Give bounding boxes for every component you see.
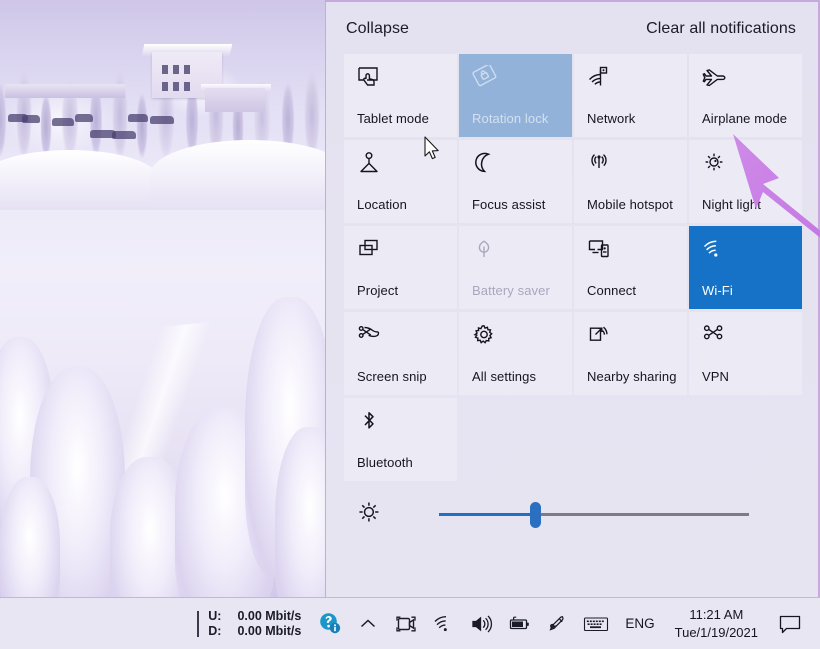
screen-snip-icon: [357, 323, 447, 357]
action-center-header: Collapse Clear all notifications: [326, 2, 818, 52]
download-value: 0.00 Mbit/s: [237, 623, 302, 638]
brightness-icon: [356, 499, 384, 530]
tray-divider: [197, 610, 200, 637]
vpn-icon: [702, 323, 792, 357]
rotation-lock-icon: [472, 63, 562, 99]
mouse-cursor: [424, 136, 439, 160]
collapse-button[interactable]: Collapse: [346, 20, 409, 38]
clear-all-notifications-button[interactable]: Clear all notifications: [646, 20, 796, 38]
brightness-slider-fill: [439, 513, 536, 516]
quick-action-connect[interactable]: Connect: [574, 226, 687, 309]
show-hidden-icons-chevron[interactable]: [349, 605, 387, 643]
quick-actions-grid: Tablet mode Rotation lock Network Airpla…: [326, 54, 818, 481]
gear-icon: [472, 323, 562, 357]
quick-action-airplane-mode[interactable]: Airplane mode: [689, 54, 802, 137]
upload-value: 0.00 Mbit/s: [237, 608, 302, 623]
notification-chat-icon[interactable]: [768, 602, 812, 646]
upload-label: U:: [208, 608, 222, 623]
quick-action-label: VPN: [702, 369, 730, 384]
volume-icon[interactable]: [463, 605, 501, 643]
quick-action-label: Bluetooth: [357, 455, 413, 470]
system-tray: U: 0.00 Mbit/s D: 0.00 Mbit/s ENG 11:21 …: [197, 602, 820, 646]
quick-action-label: Project: [357, 283, 399, 298]
quick-action-night-light[interactable]: Night light: [689, 140, 802, 223]
quick-action-label: Nearby sharing: [587, 369, 677, 384]
airplane-icon: [702, 65, 792, 99]
quick-action-bluetooth[interactable]: Bluetooth: [344, 398, 457, 481]
taskbar: U: 0.00 Mbit/s D: 0.00 Mbit/s ENG 11:21 …: [0, 597, 820, 649]
quick-action-label: Airplane mode: [702, 111, 788, 126]
bluetooth-icon: [357, 409, 447, 443]
quick-action-wifi[interactable]: Wi-Fi: [689, 226, 802, 309]
wallpaper-outbuilding: [5, 84, 125, 98]
get-help-icon[interactable]: [311, 605, 349, 643]
network-speed-meter[interactable]: U: 0.00 Mbit/s D: 0.00 Mbit/s: [208, 609, 301, 639]
quick-action-project[interactable]: Project: [344, 226, 457, 309]
quick-action-label: Location: [357, 197, 407, 212]
windows-ink-pen-icon[interactable]: [539, 605, 577, 643]
quick-action-screen-snip[interactable]: Screen snip: [344, 312, 457, 395]
quick-action-label: Battery saver: [472, 283, 550, 298]
quick-action-label: Rotation lock: [472, 111, 549, 126]
quick-action-label: Screen snip: [357, 369, 427, 384]
quick-action-all-settings[interactable]: All settings: [459, 312, 572, 395]
sun-icon: [702, 151, 792, 185]
quick-action-label: All settings: [472, 369, 537, 384]
clock[interactable]: 11:21 AM Tue/1/19/2021: [665, 606, 768, 642]
tablet-mode-icon: [357, 65, 447, 99]
clock-time: 11:21 AM: [689, 606, 744, 622]
brightness-control: [326, 499, 818, 530]
quick-action-network[interactable]: Network: [574, 54, 687, 137]
quick-action-rotation-lock[interactable]: Rotation lock: [459, 54, 572, 137]
quick-action-label: Mobile hotspot: [587, 197, 673, 212]
meet-now-icon[interactable]: [387, 605, 425, 643]
quick-action-mobile-hotspot[interactable]: Mobile hotspot: [574, 140, 687, 223]
hotspot-icon: [587, 151, 677, 185]
brightness-slider[interactable]: [439, 501, 749, 528]
wifi-icon[interactable]: [425, 605, 463, 643]
quick-action-label: Connect: [587, 283, 637, 298]
wifi-icon: [702, 237, 792, 271]
action-center-panel: Collapse Clear all notifications Tablet …: [325, 0, 820, 597]
moon-icon: [472, 151, 562, 185]
screen: Collapse Clear all notifications Tablet …: [0, 0, 820, 649]
quick-action-vpn[interactable]: VPN: [689, 312, 802, 395]
leaf-icon: [472, 237, 562, 271]
quick-action-battery-saver[interactable]: Battery saver: [459, 226, 572, 309]
language-indicator[interactable]: ENG: [615, 616, 664, 631]
quick-action-focus-assist[interactable]: Focus assist: [459, 140, 572, 223]
nearby-sharing-icon: [587, 323, 677, 357]
quick-action-label: Wi-Fi: [702, 283, 733, 298]
quick-action-tablet-mode[interactable]: Tablet mode: [344, 54, 457, 137]
wallpaper-annex: [205, 88, 265, 112]
quick-action-label: Network: [587, 111, 636, 126]
quick-action-nearby-sharing[interactable]: Nearby sharing: [574, 312, 687, 395]
brightness-slider-thumb[interactable]: [530, 501, 542, 528]
download-label: D:: [208, 623, 222, 638]
clock-date: Tue/1/19/2021: [674, 624, 758, 640]
project-icon: [357, 237, 447, 271]
quick-action-label: Focus assist: [472, 197, 546, 212]
connect-icon: [587, 237, 677, 271]
touch-keyboard-icon[interactable]: [577, 605, 615, 643]
network-icon: [587, 65, 677, 99]
quick-action-label: Night light: [702, 197, 761, 212]
quick-action-label: Tablet mode: [357, 111, 429, 126]
desktop-wallpaper: [0, 0, 330, 597]
battery-charging-icon[interactable]: [501, 605, 539, 643]
